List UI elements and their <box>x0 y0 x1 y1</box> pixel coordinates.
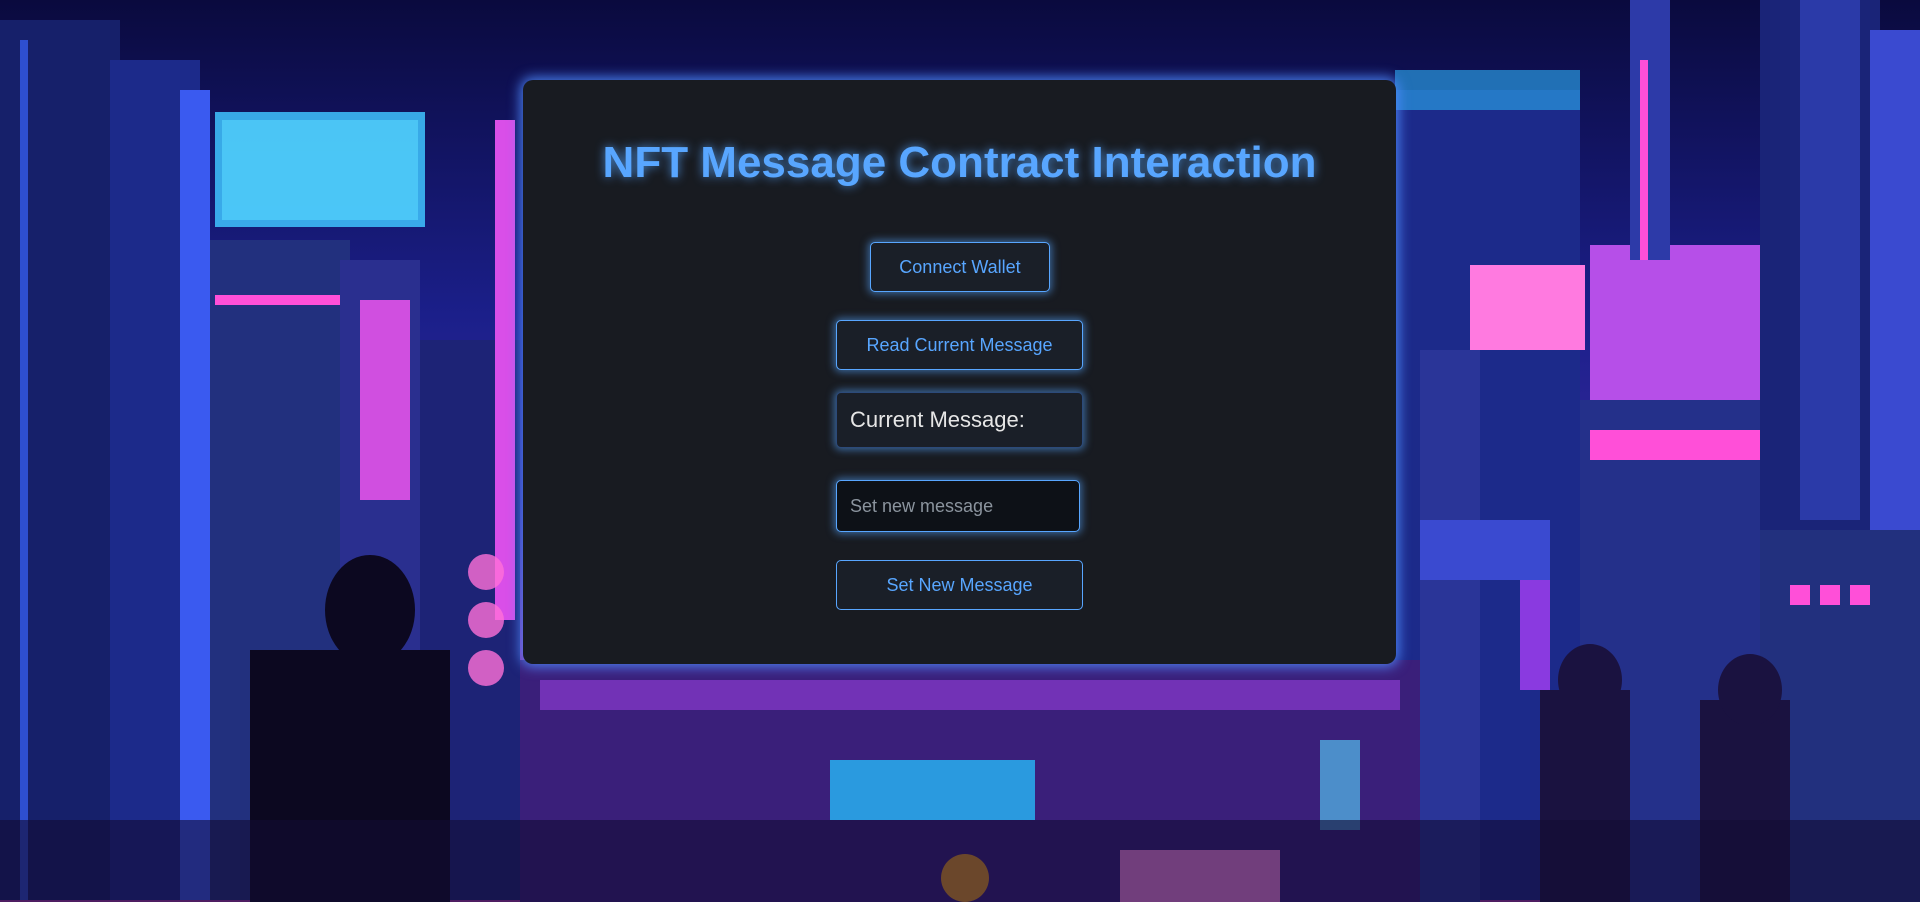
contract-panel: NFT Message Contract Interaction Connect… <box>523 80 1396 664</box>
connect-wallet-button[interactable]: Connect Wallet <box>870 242 1050 292</box>
current-message-label: Current Message: <box>850 407 1025 432</box>
read-current-message-button[interactable]: Read Current Message <box>836 320 1083 370</box>
page-title: NFT Message Contract Interaction <box>602 138 1317 187</box>
new-message-input[interactable] <box>836 480 1080 532</box>
set-new-message-button[interactable]: Set New Message <box>836 560 1083 610</box>
current-message-display: Current Message: <box>836 392 1083 448</box>
